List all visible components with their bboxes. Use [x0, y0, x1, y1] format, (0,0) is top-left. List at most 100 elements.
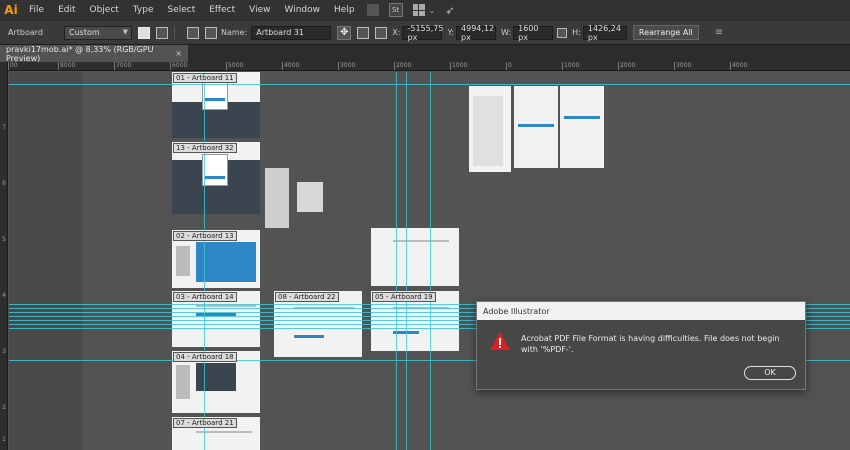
menu-bar: Ai File Edit Object Type Select Effect V… — [0, 0, 850, 20]
ruler-tick: 4 — [2, 292, 6, 299]
ruler-tick: 3000 — [338, 62, 356, 70]
new-artboard-icon[interactable] — [187, 26, 199, 39]
preset-dropdown[interactable]: Custom ▼ — [64, 25, 132, 40]
menu-object[interactable]: Object — [83, 5, 126, 15]
error-dialog: Adobe Illustrator Acrobat PDF File Forma… — [476, 301, 806, 390]
ruler-tick: 5000 — [226, 62, 244, 70]
pasteboard-dark-area — [9, 72, 83, 450]
menu-effect[interactable]: Effect — [202, 5, 242, 15]
rearrange-all-button[interactable]: Rearrange All — [632, 25, 699, 40]
menu-help[interactable]: Help — [327, 5, 362, 15]
y-label: Y: — [447, 28, 455, 37]
menu-edit[interactable]: Edit — [51, 5, 82, 15]
guide-line[interactable] — [204, 72, 205, 450]
bridge-icon[interactable] — [366, 4, 379, 16]
artboard[interactable] — [514, 86, 558, 168]
ruler-tick: 3000 — [674, 62, 692, 70]
artboard[interactable] — [371, 228, 459, 286]
artboard[interactable]: 13 - Artboard 32 — [172, 142, 260, 214]
y-input[interactable]: 4994,12 px — [456, 24, 497, 42]
delete-artboard-icon[interactable] — [205, 26, 217, 39]
artboard-menu — [473, 96, 503, 166]
dialog-message: Acrobat PDF File Format is having diffic… — [521, 334, 780, 354]
name-label: Name: — [221, 28, 248, 37]
canvas[interactable]: 01 - Artboard 11 13 - Artboard 32 02 - A… — [9, 72, 850, 450]
guide-line[interactable] — [430, 72, 431, 450]
artboard-sidebar — [176, 365, 190, 399]
chevron-down-icon[interactable]: ⌄ — [429, 6, 436, 15]
ruler-left[interactable]: 7 6 5 4 3 2 1 — [0, 62, 8, 450]
document-tab[interactable]: pravki17mob.ai* @ 8,33% (RGB/GPU Preview… — [0, 45, 188, 63]
artboard[interactable]: 01 - Artboard 11 — [172, 72, 260, 138]
guide-line[interactable] — [396, 72, 397, 450]
landscape-icon[interactable] — [156, 26, 168, 39]
ruler-tick: 6 — [2, 180, 6, 187]
w-input[interactable]: 1600 px — [513, 24, 554, 42]
ruler-tick: 0 — [506, 62, 512, 70]
menu-view[interactable]: View — [242, 5, 277, 15]
document-tab-title: pravki17mob.ai* @ 8,33% (RGB/GPU Preview… — [6, 45, 154, 63]
artboard[interactable]: 07 - Artboard 21 — [172, 417, 260, 450]
artboard-text-line — [393, 240, 449, 242]
stock-icon[interactable]: St — [388, 3, 403, 17]
ruler-tick: 00 — [8, 62, 18, 70]
ruler-tick: 2000 — [394, 62, 412, 70]
menu-select[interactable]: Select — [160, 5, 202, 15]
warning-icon — [490, 332, 510, 350]
artboard-label: 07 - Artboard 21 — [173, 418, 237, 428]
move-copy-artwork-icon[interactable]: ✥ — [337, 25, 352, 40]
artboard[interactable] — [265, 168, 289, 228]
ruler-tick: 7000 — [114, 62, 132, 70]
h-input[interactable]: 1426,24 px — [582, 24, 627, 42]
ruler-top[interactable]: 00 8000 7000 6000 5000 4000 3000 2000 10… — [8, 62, 850, 71]
ruler-tick: 4000 — [282, 62, 300, 70]
gpu-performance-icon[interactable]: ➶ — [445, 4, 454, 17]
artboard-options-icon[interactable] — [357, 26, 370, 39]
x-input[interactable]: -5155,75 px — [402, 24, 443, 42]
artboard-image — [196, 363, 236, 391]
artboard-text-line — [196, 305, 256, 307]
ruler-tick: 5 — [2, 236, 6, 243]
ruler-tick: 7 — [2, 124, 6, 131]
ruler-tick: 4000 — [730, 62, 748, 70]
h-label: H: — [572, 28, 581, 37]
menu-type[interactable]: Type — [126, 5, 161, 15]
close-icon[interactable]: × — [175, 49, 182, 58]
artboard-button — [205, 176, 225, 179]
constrain-proportions-icon[interactable] — [557, 27, 568, 38]
artboard[interactable]: 05 - Artboard 19 — [371, 291, 459, 351]
menu-icon[interactable]: ≡ — [715, 27, 723, 38]
artboard[interactable]: 03 - Artboard 14 — [172, 291, 260, 347]
dialog-title: Adobe Illustrator — [477, 302, 805, 320]
ruler-tick: 1000 — [450, 62, 468, 70]
separator — [174, 25, 175, 40]
artboard[interactable] — [560, 86, 604, 168]
portrait-icon[interactable] — [138, 26, 150, 39]
artboard-name-input[interactable]: Artboard 31 — [251, 25, 332, 40]
artboard[interactable] — [469, 86, 511, 172]
artboard[interactable] — [297, 182, 323, 212]
ruler-tick: 3 — [2, 348, 6, 355]
arrange-documents-icon[interactable] — [412, 4, 425, 16]
artboard-label: 02 - Artboard 13 — [173, 231, 237, 241]
artboard-text-line — [294, 335, 324, 338]
artboard[interactable]: 02 - Artboard 13 — [172, 230, 260, 288]
artboard-button — [205, 98, 225, 101]
artboard-label: Artboard — [8, 28, 43, 37]
menu-window[interactable]: Window — [278, 5, 328, 15]
artboard-button — [518, 124, 554, 127]
guide-line[interactable] — [406, 72, 407, 450]
ok-button[interactable]: OK — [744, 366, 796, 380]
reference-point-icon[interactable] — [375, 26, 388, 39]
ruler-tick: 1000 — [562, 62, 580, 70]
menu-file[interactable]: File — [22, 5, 51, 15]
ruler-tick: 8000 — [58, 62, 76, 70]
document-tab-bar: pravki17mob.ai* @ 8,33% (RGB/GPU Preview… — [0, 44, 850, 63]
preset-value: Custom — [69, 28, 100, 37]
artboard-sidebar — [176, 246, 190, 276]
artboard-label: 04 - Artboard 18 — [173, 352, 237, 362]
chevron-down-icon: ▼ — [122, 27, 128, 36]
artboard-button — [564, 116, 600, 119]
ruler-tick: 1 — [2, 436, 6, 443]
illustrator-logo: Ai — [4, 3, 18, 17]
